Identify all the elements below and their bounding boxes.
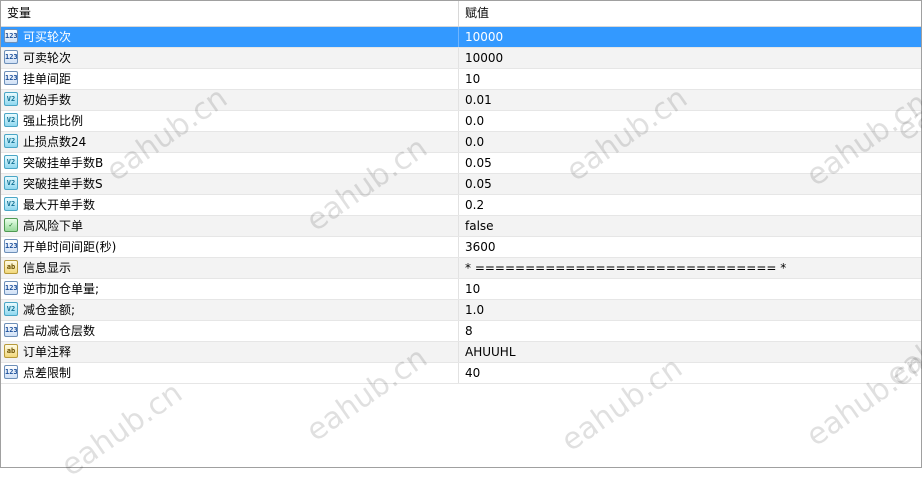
table-row[interactable]: 123 开单时间间距(秒) 3600 — [1, 237, 921, 258]
double-type-icon: V2 — [4, 92, 18, 106]
table-row[interactable]: ab 订单注释 AHUUHL — [1, 342, 921, 363]
variable-name: 点差限制 — [23, 366, 72, 380]
value-cell[interactable]: 10 — [459, 279, 921, 299]
table-row[interactable]: 123 点差限制 40 — [1, 363, 921, 384]
table-row[interactable]: 123 挂单间距 10 — [1, 69, 921, 90]
value-cell[interactable]: 8 — [459, 321, 921, 341]
table-row[interactable]: V2 减仓金额; 1.0 — [1, 300, 921, 321]
value-cell[interactable]: 0.05 — [459, 174, 921, 194]
variable-name: 止损点数24 — [23, 135, 87, 149]
string-type-icon: ab — [4, 344, 18, 358]
table-row[interactable]: ab 信息显示 * ============================== * — [1, 258, 921, 279]
value-cell[interactable]: 0.0 — [459, 132, 921, 152]
table-row[interactable]: 123 启动减仓层数 8 — [1, 321, 921, 342]
variable-name: 强止损比例 — [23, 114, 84, 128]
inputs-table: 变量 赋值 123 可买轮次 10000 123 可卖轮次 10000 123 挂单间距 10 V… — [0, 0, 922, 468]
variable-cell[interactable]: 123 挂单间距 — [1, 69, 459, 89]
integer-type-icon: 123 — [4, 365, 18, 379]
variable-cell[interactable]: 123 可买轮次 — [1, 27, 459, 47]
table-row[interactable]: V2 突破挂单手数S 0.05 — [1, 174, 921, 195]
variable-name: 订单注释 — [23, 345, 72, 359]
column-header-value[interactable]: 赋值 — [459, 1, 921, 26]
integer-type-icon: 123 — [4, 50, 18, 64]
variable-cell[interactable]: 123 可卖轮次 — [1, 48, 459, 68]
variable-name: 高风险下单 — [23, 219, 84, 233]
table-body: 123 可买轮次 10000 123 可卖轮次 10000 123 挂单间距 10 V2 初始手数 0… — [1, 27, 921, 384]
variable-name: 逆市加仓单量; — [23, 282, 100, 296]
variable-cell[interactable]: V2 强止损比例 — [1, 111, 459, 131]
variable-cell[interactable]: V2 突破挂单手数S — [1, 174, 459, 194]
variable-name: 启动减仓层数 — [23, 324, 96, 338]
integer-type-icon: 123 — [4, 29, 18, 43]
value-cell[interactable]: 0.2 — [459, 195, 921, 215]
table-row[interactable]: V2 强止损比例 0.0 — [1, 111, 921, 132]
double-type-icon: V2 — [4, 134, 18, 148]
double-type-icon: V2 — [4, 302, 18, 316]
variable-cell[interactable]: ab 订单注释 — [1, 342, 459, 362]
column-header-variable[interactable]: 变量 — [1, 1, 459, 26]
variable-name: 挂单间距 — [23, 72, 72, 86]
value-cell[interactable]: 10 — [459, 69, 921, 89]
integer-type-icon: 123 — [4, 71, 18, 85]
table-row[interactable]: V2 最大开单手数 0.2 — [1, 195, 921, 216]
double-type-icon: V2 — [4, 176, 18, 190]
integer-type-icon: 123 — [4, 239, 18, 253]
variable-cell[interactable]: V2 初始手数 — [1, 90, 459, 110]
table-row[interactable]: V2 止损点数24 0.0 — [1, 132, 921, 153]
double-type-icon: V2 — [4, 113, 18, 127]
variable-name: 突破挂单手数B — [23, 156, 104, 170]
variable-cell[interactable]: V2 止损点数24 — [1, 132, 459, 152]
value-cell[interactable]: 0.01 — [459, 90, 921, 110]
value-cell[interactable]: 0.0 — [459, 111, 921, 131]
table-row[interactable]: 123 可卖轮次 10000 — [1, 48, 921, 69]
variable-name: 开单时间间距(秒) — [23, 240, 117, 254]
value-cell[interactable]: 10000 — [459, 48, 921, 68]
value-cell[interactable]: 40 — [459, 363, 921, 383]
variable-cell[interactable]: V2 突破挂单手数B — [1, 153, 459, 173]
variable-cell[interactable]: 123 点差限制 — [1, 363, 459, 383]
variable-name: 可买轮次 — [23, 30, 72, 44]
table-row[interactable]: V2 突破挂单手数B 0.05 — [1, 153, 921, 174]
variable-cell[interactable]: V2 最大开单手数 — [1, 195, 459, 215]
variable-name: 可卖轮次 — [23, 51, 72, 65]
string-type-icon: ab — [4, 260, 18, 274]
variable-cell[interactable]: ab 信息显示 — [1, 258, 459, 278]
variable-name: 最大开单手数 — [23, 198, 96, 212]
value-cell[interactable]: 1.0 — [459, 300, 921, 320]
table-header: 变量 赋值 — [1, 1, 921, 27]
value-cell[interactable]: * ============================== * — [459, 258, 921, 278]
variable-name: 初始手数 — [23, 93, 72, 107]
value-cell[interactable]: false — [459, 216, 921, 236]
double-type-icon: V2 — [4, 155, 18, 169]
value-cell[interactable]: AHUUHL — [459, 342, 921, 362]
variable-name: 信息显示 — [23, 261, 72, 275]
variable-name: 突破挂单手数S — [23, 177, 103, 191]
variable-cell[interactable]: 123 启动减仓层数 — [1, 321, 459, 341]
boolean-type-icon: ✓ — [4, 218, 18, 232]
variable-cell[interactable]: ✓ 高风险下单 — [1, 216, 459, 236]
value-cell[interactable]: 10000 — [459, 27, 921, 47]
variable-cell[interactable]: 123 开单时间间距(秒) — [1, 237, 459, 257]
integer-type-icon: 123 — [4, 281, 18, 295]
variable-cell[interactable]: 123 逆市加仓单量; — [1, 279, 459, 299]
variable-name: 减仓金额; — [23, 303, 76, 317]
table-row[interactable]: 123 逆市加仓单量; 10 — [1, 279, 921, 300]
value-cell[interactable]: 0.05 — [459, 153, 921, 173]
table-row[interactable]: ✓ 高风险下单 false — [1, 216, 921, 237]
variable-cell[interactable]: V2 减仓金额; — [1, 300, 459, 320]
table-row[interactable]: V2 初始手数 0.01 — [1, 90, 921, 111]
value-cell[interactable]: 3600 — [459, 237, 921, 257]
integer-type-icon: 123 — [4, 323, 18, 337]
double-type-icon: V2 — [4, 197, 18, 211]
table-row[interactable]: 123 可买轮次 10000 — [1, 27, 921, 48]
